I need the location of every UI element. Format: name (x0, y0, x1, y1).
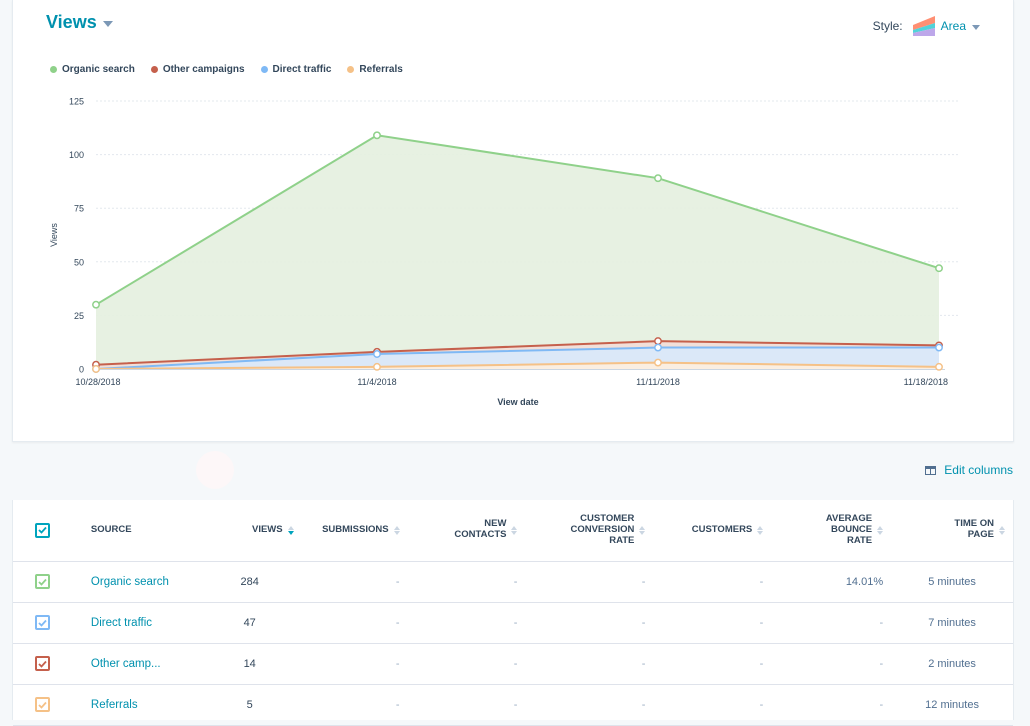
cell-submissions: - (302, 684, 408, 725)
cell-submissions: - (302, 561, 408, 602)
select-all-checkbox[interactable] (35, 523, 50, 538)
source-link[interactable]: Referrals (91, 699, 138, 711)
column-header-customers[interactable]: CUSTOMERS (653, 500, 771, 561)
row-checkbox[interactable] (35, 615, 50, 630)
source-link[interactable]: Direct traffic (91, 617, 152, 629)
cell-customers: - (653, 602, 771, 643)
edit-columns-button[interactable]: Edit columns (925, 463, 1013, 477)
x-tick-label: 11/4/2018 (357, 377, 396, 387)
cell-views: 284 (198, 561, 302, 602)
cell-conversion-rate: - (525, 602, 653, 643)
cell-new-contacts: - (408, 643, 526, 684)
sort-icon[interactable] (511, 526, 517, 535)
decorative-circle (196, 451, 234, 489)
data-point (374, 364, 380, 370)
sort-icon[interactable] (877, 526, 883, 535)
x-tick-label: 10/28/2018 (75, 377, 120, 387)
cell-views: 14 (198, 643, 302, 684)
cell-conversion-rate: - (525, 643, 653, 684)
series-area-organic-search (96, 135, 939, 369)
data-point (93, 366, 99, 372)
sort-icon[interactable] (639, 526, 645, 535)
cell-bounce-rate: - (771, 643, 891, 684)
data-point (936, 265, 942, 271)
cell-time-on-page: 7 minutes (891, 602, 1013, 643)
cell-conversion-rate: - (525, 684, 653, 725)
sort-icon[interactable] (999, 526, 1005, 535)
column-header-new-contacts[interactable]: NEWCONTACTS (408, 500, 526, 561)
cell-submissions: - (302, 602, 408, 643)
column-header-views[interactable]: VIEWS (198, 500, 302, 561)
cell-time-on-page: 2 minutes (891, 643, 1013, 684)
cell-bounce-rate: 14.01% (771, 561, 891, 602)
cell-bounce-rate: - (771, 684, 891, 725)
column-header-submissions[interactable]: SUBMISSIONS (302, 500, 408, 561)
source-cell: Referrals (83, 684, 198, 725)
column-header-customer-conversion-rate[interactable]: CUSTOMERCONVERSIONRATE (525, 500, 653, 561)
table-body: Organic search284----14.01%5 minutesDire… (13, 561, 1013, 725)
x-axis-label: View date (497, 397, 538, 407)
row-checkbox-cell (13, 561, 83, 602)
cell-views: 47 (198, 602, 302, 643)
source-cell: Direct traffic (83, 602, 198, 643)
sources-table-container: SOURCEVIEWSSUBMISSIONSNEWCONTACTSCUSTOME… (12, 500, 1014, 720)
cell-new-contacts: - (408, 602, 526, 643)
column-header-time-on-page[interactable]: TIME ONPAGE (891, 500, 1013, 561)
cell-customers: - (653, 643, 771, 684)
y-tick-label: 25 (74, 311, 84, 321)
sort-icon[interactable] (757, 526, 763, 535)
cell-new-contacts: - (408, 561, 526, 602)
data-point (655, 359, 661, 365)
data-point (936, 364, 942, 370)
table-header-row: SOURCEVIEWSSUBMISSIONSNEWCONTACTSCUSTOME… (13, 500, 1013, 561)
source-cell: Organic search (83, 561, 198, 602)
x-tick-label: 11/11/2018 (636, 377, 680, 387)
cell-customers: - (653, 684, 771, 725)
y-tick-label: 100 (69, 150, 84, 160)
row-checkbox-cell (13, 602, 83, 643)
column-header-average-bounce-rate[interactable]: AVERAGEBOUNCERATE (771, 500, 891, 561)
source-link[interactable]: Organic search (91, 576, 169, 588)
sort-icon[interactable] (288, 526, 294, 535)
column-header-source: SOURCE (83, 500, 198, 561)
sources-table: SOURCEVIEWSSUBMISSIONSNEWCONTACTSCUSTOME… (13, 500, 1013, 726)
table-row: Other camp...14-----2 minutes (13, 643, 1013, 684)
cell-new-contacts: - (408, 684, 526, 725)
sort-icon[interactable] (394, 526, 400, 535)
x-tick-label: 11/18/2018 (904, 377, 948, 387)
row-checkbox-cell (13, 684, 83, 725)
data-point (655, 175, 661, 181)
cell-conversion-rate: - (525, 561, 653, 602)
data-point (655, 344, 661, 350)
row-checkbox[interactable] (35, 656, 50, 671)
select-all-header (13, 500, 83, 561)
edit-columns-label: Edit columns (944, 463, 1013, 477)
cell-time-on-page: 12 minutes (891, 684, 1013, 725)
columns-icon (925, 466, 936, 475)
data-point (655, 338, 661, 344)
data-point (374, 132, 380, 138)
y-tick-label: 75 (74, 204, 84, 214)
row-checkbox[interactable] (35, 697, 50, 712)
table-row: Organic search284----14.01%5 minutes (13, 561, 1013, 602)
row-checkbox-cell (13, 643, 83, 684)
source-cell: Other camp... (83, 643, 198, 684)
cell-views: 5 (198, 684, 302, 725)
source-link[interactable]: Other camp... (91, 658, 161, 670)
cell-submissions: - (302, 643, 408, 684)
cell-time-on-page: 5 minutes (891, 561, 1013, 602)
cell-bounce-rate: - (771, 602, 891, 643)
data-point (374, 351, 380, 357)
area-chart: 0 25 50 75 100 125 Views 10/28/2018 11/4/2018 11/… (0, 0, 1030, 420)
table-row: Direct traffic47-----7 minutes (13, 602, 1013, 643)
y-axis-label: Views (49, 223, 59, 247)
table-row: Referrals5-----12 minutes (13, 684, 1013, 725)
data-point (93, 301, 99, 307)
y-tick-label: 50 (74, 257, 84, 267)
row-checkbox[interactable] (35, 574, 50, 589)
y-tick-label: 0 (79, 365, 84, 375)
cell-customers: - (653, 561, 771, 602)
data-point (936, 344, 942, 350)
y-tick-label: 125 (69, 97, 84, 107)
